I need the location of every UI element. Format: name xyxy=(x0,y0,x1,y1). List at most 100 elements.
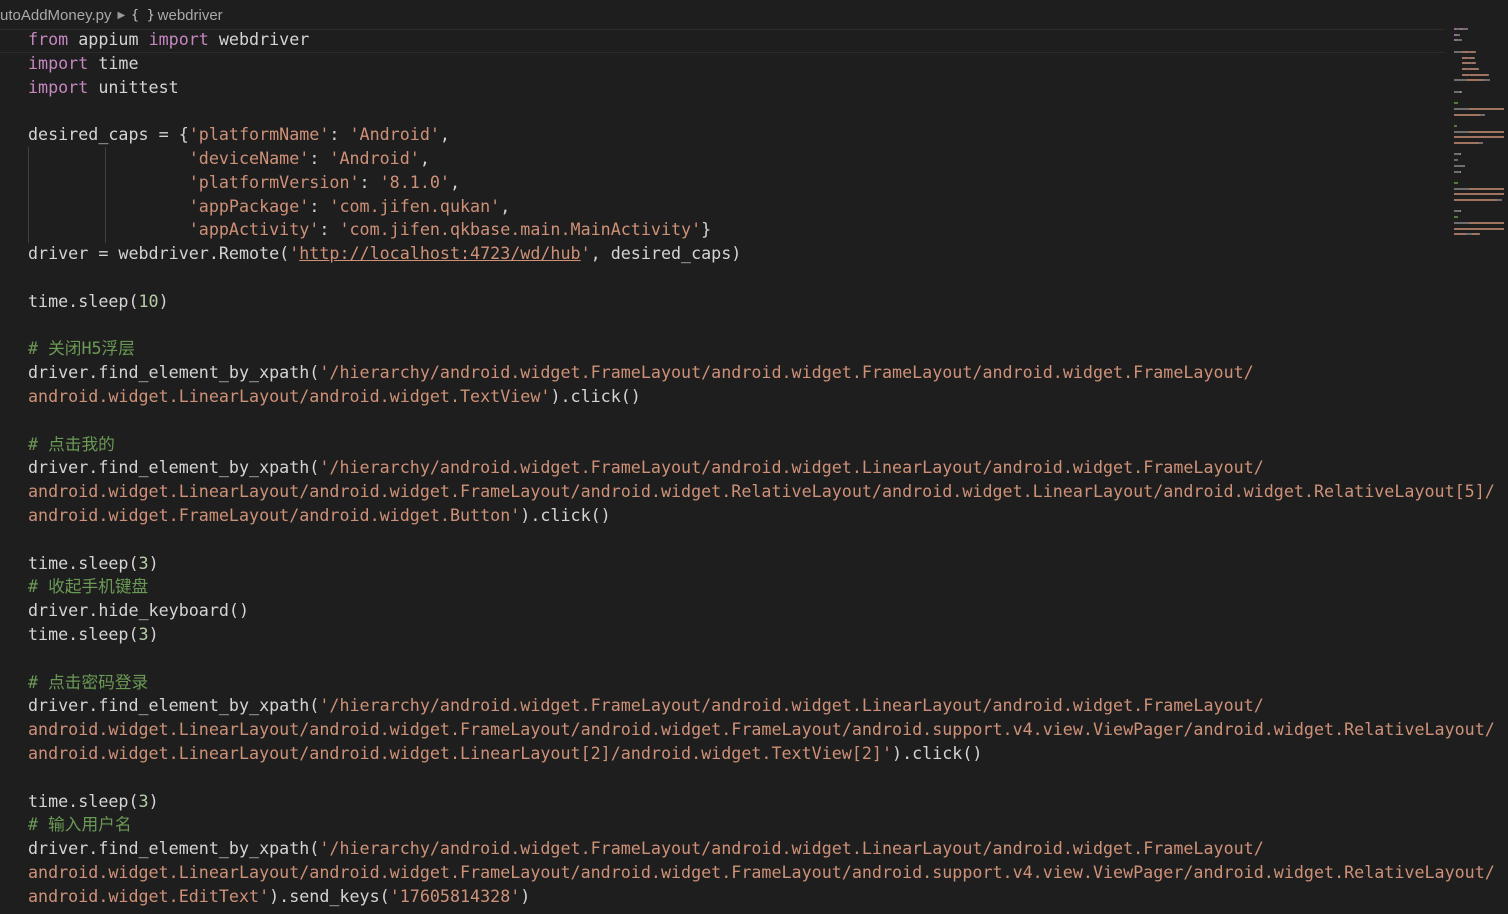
code-line[interactable]: driver.find_element_by_xpath('/hierarchy… xyxy=(28,361,1495,385)
code-line[interactable]: driver.find_element_by_xpath('/hierarchy… xyxy=(28,694,1495,718)
minimap-token xyxy=(1462,50,1469,53)
minimap[interactable] xyxy=(1450,28,1508,248)
code-line[interactable]: android.widget.LinearLayout/android.widg… xyxy=(28,861,1495,885)
code-token: '17605814328' xyxy=(389,885,521,906)
code-line[interactable]: android.widget.LinearLayout/android.widg… xyxy=(28,742,1495,766)
code-token: 'platformVersion' xyxy=(188,171,360,192)
code-line[interactable]: driver.find_element_by_xpath('/hierarchy… xyxy=(28,837,1495,861)
minimap-token xyxy=(1463,28,1468,30)
code-line[interactable]: import unittest xyxy=(28,76,1495,100)
code-line[interactable]: driver = webdriver.Remote('http://localh… xyxy=(28,242,1495,266)
code-token: appium xyxy=(68,29,149,49)
code-token: android.widget.LinearLayout/android.widg… xyxy=(28,861,1495,882)
minimap-token xyxy=(1457,33,1460,36)
minimap-token xyxy=(1454,102,1458,105)
minimap-token xyxy=(1474,50,1475,53)
code-token: , xyxy=(419,147,430,168)
code-token: android.widget.LinearLayout/android.widg… xyxy=(28,742,893,763)
code-token: # 关闭H5浮层 xyxy=(28,338,135,359)
minimap-token xyxy=(1482,79,1490,82)
minimap-token xyxy=(1454,181,1458,184)
minimap-token xyxy=(1478,142,1483,144)
code-token: http://localhost:4723/wd/hub xyxy=(299,243,581,264)
code-token: import xyxy=(148,29,209,49)
code-token: ) xyxy=(520,885,531,906)
code-token: driver.hide_keyboard() xyxy=(28,600,250,621)
code-token: , xyxy=(439,124,450,145)
code-token: ).click() xyxy=(892,742,983,763)
code-line[interactable]: android.widget.LinearLayout/android.widg… xyxy=(28,480,1495,504)
minimap-token xyxy=(1460,210,1461,213)
code-line[interactable]: # 关闭H5浮层 xyxy=(28,337,1495,361)
code-token: desired_caps = { xyxy=(28,124,189,145)
code-line[interactable] xyxy=(28,528,1495,552)
minimap-token xyxy=(1454,107,1469,110)
code-token: # 点击密码登录 xyxy=(28,671,149,692)
breadcrumb-file[interactable]: utoAddMoney.py xyxy=(0,7,111,24)
code-line[interactable]: android.widget.LinearLayout/android.widg… xyxy=(28,718,1495,742)
code-line[interactable]: import time xyxy=(28,52,1495,76)
minimap-token xyxy=(1467,79,1482,82)
minimap-token xyxy=(1454,164,1465,167)
minimap-token xyxy=(1454,113,1480,116)
code-line[interactable] xyxy=(28,409,1495,433)
code-token: 3 xyxy=(138,552,149,573)
code-line[interactable]: desired_caps = {'platformName': 'Android… xyxy=(28,123,1495,147)
code-line[interactable]: time.sleep(3) xyxy=(28,623,1495,647)
code-line[interactable]: from appium import webdriver xyxy=(28,28,1495,52)
code-token: time xyxy=(88,52,139,73)
code-token: '/hierarchy/android.widget.FrameLayout/a… xyxy=(319,362,1254,383)
code-token: driver = webdriver.Remote( xyxy=(28,243,290,264)
code-token: 'deviceName' xyxy=(188,147,310,168)
code-line[interactable]: time.sleep(3) xyxy=(28,552,1495,576)
minimap-token xyxy=(1454,221,1469,224)
code-line[interactable]: # 输入用户名 xyxy=(28,813,1495,837)
code-token: 'platformName' xyxy=(188,124,330,145)
minimap-token xyxy=(1454,216,1458,219)
code-token: '/hierarchy/android.widget.FrameLayout/a… xyxy=(319,457,1264,478)
minimap-token xyxy=(1477,67,1478,70)
code-line[interactable]: time.sleep(3) xyxy=(28,790,1495,814)
code-token: ).click() xyxy=(520,504,611,525)
minimap-token xyxy=(1454,227,1504,230)
code-line[interactable]: # 点击密码登录 xyxy=(28,671,1495,695)
code-token: '8.1.0' xyxy=(379,171,450,192)
code-line[interactable]: # 点击我的 xyxy=(28,433,1495,457)
code-token: 3 xyxy=(138,790,149,811)
code-line[interactable]: 'appPackage': 'com.jifen.qukan', xyxy=(28,195,1495,219)
code-line[interactable]: 'appActivity': 'com.jifen.qkbase.main.Ma… xyxy=(28,218,1495,242)
code-line[interactable] xyxy=(28,314,1495,338)
minimap-token xyxy=(1487,73,1488,76)
code-line[interactable]: 'deviceName': 'Android', xyxy=(28,147,1495,171)
code-line[interactable] xyxy=(28,647,1495,671)
code-line[interactable]: driver.hide_keyboard() xyxy=(28,599,1495,623)
code-token: android.widget.LinearLayout/android.widg… xyxy=(28,719,1495,740)
code-token: webdriver xyxy=(208,29,310,49)
breadcrumb-symbol[interactable]: webdriver xyxy=(158,7,223,24)
code-line[interactable]: android.widget.FrameLayout/android.widge… xyxy=(28,504,1495,528)
code-line[interactable]: driver.find_element_by_xpath('/hierarchy… xyxy=(28,456,1495,480)
code-line[interactable]: 'platformVersion': '8.1.0', xyxy=(28,171,1495,195)
code-line[interactable]: # 收起手机键盘 xyxy=(28,575,1495,599)
minimap-token xyxy=(1473,56,1474,59)
minimap-token xyxy=(1497,199,1502,201)
code-token: , xyxy=(500,195,511,216)
code-line[interactable]: time.sleep(10) xyxy=(28,290,1495,314)
code-line[interactable] xyxy=(28,266,1495,290)
code-token: driver.find_element_by_xpath( xyxy=(28,695,320,716)
code-token: 'Android' xyxy=(349,124,440,145)
code-token: 10 xyxy=(138,290,159,311)
code-editor[interactable]: from appium import webdriver import time i… xyxy=(28,28,1495,908)
minimap-token xyxy=(1454,142,1479,144)
code-token: ) xyxy=(158,290,169,311)
minimap-token xyxy=(1454,199,1497,201)
minimap-token xyxy=(1469,67,1478,70)
code-line[interactable] xyxy=(28,99,1495,123)
code-line[interactable] xyxy=(28,766,1495,790)
code-line[interactable]: android.widget.EditText').send_keys('176… xyxy=(28,885,1495,909)
code-line[interactable]: android.widget.LinearLayout/android.widg… xyxy=(28,385,1495,409)
code-token: : xyxy=(359,171,380,192)
